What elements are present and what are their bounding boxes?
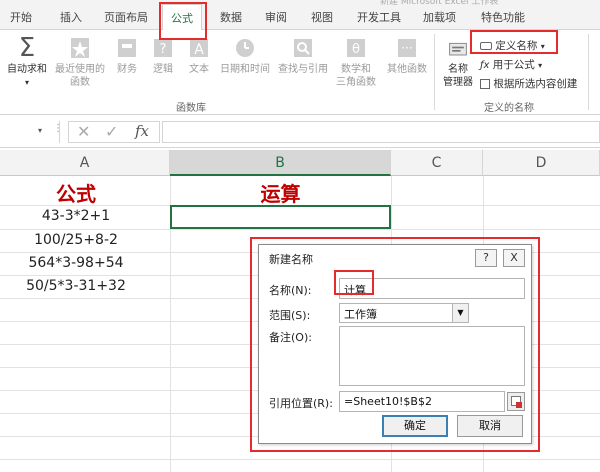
column-header-d[interactable]: D [483,150,600,176]
tab-page-layout[interactable]: 页面布局 [104,9,148,25]
lookup-reference-button[interactable]: 查找与引用 [274,36,332,76]
chevron-down-icon[interactable]: ▾ [38,126,42,135]
cell-b1-operation-header[interactable]: 运算 [170,178,391,207]
formula-bar: ▾ ⋮ ✕ ✓ fx [0,116,600,148]
name-tag-icon [449,42,467,56]
group-separator [588,34,589,110]
ribbon-tab-bar: 新建 Microsoft Excel 工作表 开始 插入 页面布局 公式 数据 … [0,0,600,31]
cell-a4[interactable]: 564*3-98+54 [0,255,152,271]
tab-developer[interactable]: 开发工具 [357,9,401,25]
magnifier-icon [294,39,312,57]
tab-view[interactable]: 视图 [311,9,333,25]
cell-a3[interactable]: 100/25+8-2 [0,232,152,248]
highlight-dialog [250,237,540,452]
insert-function-icon[interactable]: fx [135,122,149,140]
cell-a2[interactable]: 43-3*2+1 [0,208,152,224]
formula-input[interactable] [162,121,600,143]
cell-a5[interactable]: 50/5*3-31+32 [0,278,152,294]
function-library-label: 函数库 [176,103,206,114]
highlight-formulas-tab [159,2,207,40]
text-button[interactable]: A 文本 [184,36,214,76]
tab-addins[interactable]: 加载项 [423,9,456,25]
vertical-dots-icon: ⋮ [53,123,63,134]
datetime-button[interactable]: 日期和时间 [216,36,274,76]
more-functions-icon: ··· [398,39,416,57]
grid-small-icon [480,79,490,89]
confirm-icon[interactable]: ✓ [105,122,118,141]
logic-button[interactable]: ? 逻辑 [148,36,178,76]
tab-home[interactable]: 开始 [10,9,32,25]
column-header-c[interactable]: C [391,150,483,176]
highlight-define-name [470,30,558,54]
grid-line [0,459,600,460]
svg-text:θ: θ [352,42,360,57]
cell-a1-formula-header[interactable]: 公式 [0,178,152,207]
tab-special-features[interactable]: 特色功能 [481,9,525,25]
autosum-button[interactable]: Σ 自动求和 ▾ [4,33,50,89]
star-icon [71,38,89,58]
finance-button[interactable]: 财务 [112,36,142,76]
finance-icon [118,39,136,57]
svg-text:A: A [194,42,204,58]
more-functions-button[interactable]: ··· 其他函数 [384,36,430,76]
math-trig-button[interactable]: θ 数学和 三角函数 [334,36,378,89]
fx-small-icon: ƒx [480,60,490,71]
create-from-selection-button[interactable]: 根据所选内容创建 [480,76,577,91]
clock-icon [236,39,254,57]
svg-text:?: ? [160,42,167,57]
column-header-a[interactable]: A [0,150,170,176]
sigma-icon: Σ [18,33,36,63]
column-header-b[interactable]: B [170,150,391,176]
use-in-formula-button[interactable]: ƒx 用于公式 ▾ [480,57,542,72]
tab-review[interactable]: 审阅 [265,9,287,25]
formula-buttons: ✕ ✓ fx [68,121,160,143]
selected-cell-b2[interactable] [170,205,391,229]
group-separator [434,34,435,110]
svg-text:···: ··· [401,41,412,55]
recent-functions-button[interactable]: 最近使用的 函数 [52,36,108,89]
highlight-name-input [334,270,374,295]
tab-data[interactable]: 数据 [220,9,242,25]
grid-line [0,229,600,230]
theta-icon: θ [347,39,365,57]
name-box[interactable]: ▾ ⋮ [0,121,63,143]
tab-insert[interactable]: 插入 [60,9,82,25]
defined-names-label: 定义的名称 [484,103,534,114]
cancel-icon[interactable]: ✕ [77,122,90,141]
window-title: 新建 Microsoft Excel 工作表 [380,0,499,6]
